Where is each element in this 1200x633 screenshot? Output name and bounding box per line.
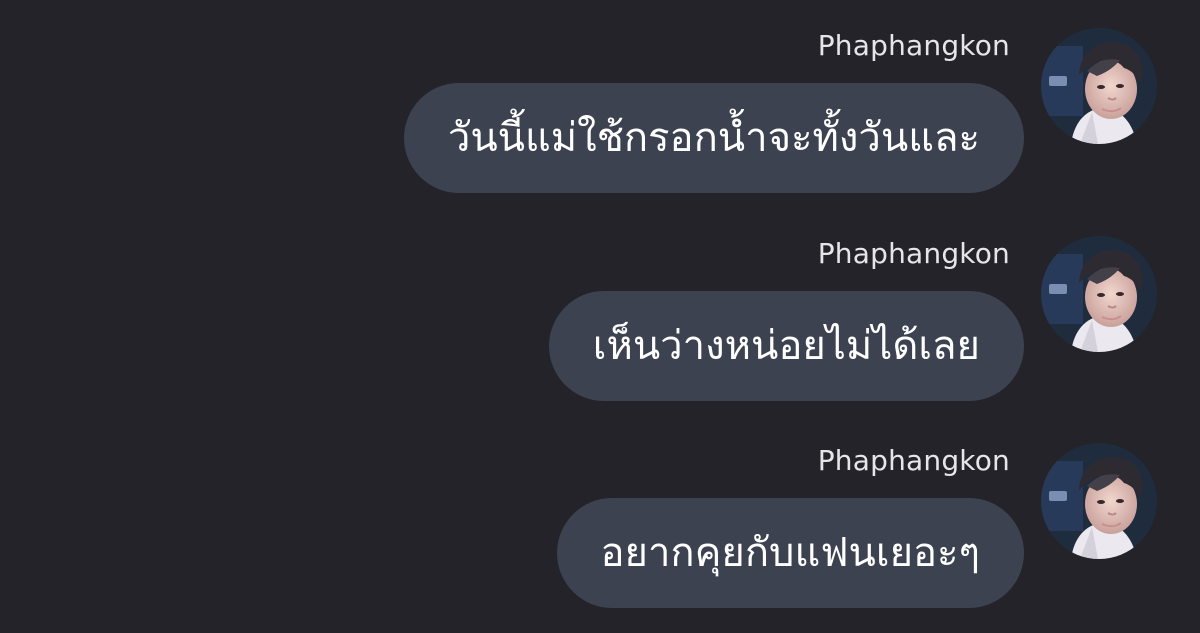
chat-message-2: Phaphangkon เห็นว่างหน่อยไม่ได้เลย bbox=[0, 236, 1200, 426]
message-bubble[interactable]: เห็นว่างหน่อยไม่ได้เลย bbox=[548, 291, 1024, 401]
message-text: เห็นว่างหน่อยไม่ได้เลย bbox=[592, 323, 980, 369]
sender-name: Phaphangkon bbox=[817, 29, 1010, 62]
message-text: วันนี้แม่ใช้กรอกน้ำจะทั้งวันและ bbox=[447, 115, 980, 161]
chat-message-3: Phaphangkon อยากคุยกับแฟนเยอะๆ bbox=[0, 443, 1200, 633]
message-text: อยากคุยกับแฟนเยอะๆ bbox=[600, 530, 981, 576]
chat-message-1: Phaphangkon วันนี้แม่ใช้กรอกน้ำจะทั้งวัน… bbox=[0, 28, 1200, 218]
sender-name: Phaphangkon bbox=[817, 237, 1010, 270]
profile-photo-icon bbox=[1041, 443, 1157, 559]
avatar[interactable] bbox=[1041, 28, 1157, 144]
avatar[interactable] bbox=[1041, 236, 1157, 352]
profile-photo-icon bbox=[1041, 236, 1157, 352]
message-bubble[interactable]: วันนี้แม่ใช้กรอกน้ำจะทั้งวันและ bbox=[403, 83, 1024, 193]
avatar[interactable] bbox=[1041, 443, 1157, 559]
profile-photo-icon bbox=[1041, 28, 1157, 144]
chat-thread: Phaphangkon วันนี้แม่ใช้กรอกน้ำจะทั้งวัน… bbox=[0, 0, 1200, 626]
message-bubble[interactable]: อยากคุยกับแฟนเยอะๆ bbox=[556, 498, 1024, 608]
sender-name: Phaphangkon bbox=[817, 444, 1010, 477]
